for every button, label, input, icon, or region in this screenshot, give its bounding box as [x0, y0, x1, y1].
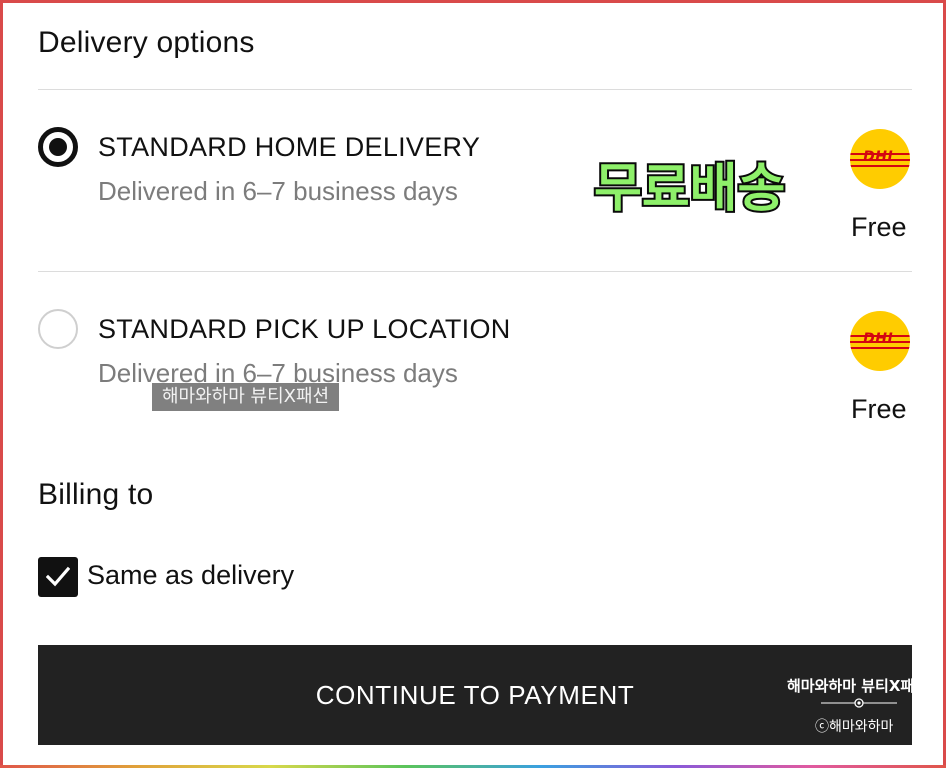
option-price: Free: [851, 212, 907, 242]
option-title: STANDARD HOME DELIVERY: [98, 132, 481, 162]
delivery-options-heading: Delivery options: [38, 26, 255, 59]
watermark-divider-icon: [821, 698, 897, 708]
continue-to-payment-label: CONTINUE TO PAYMENT: [315, 680, 635, 710]
watermark-line2: ⓒ해마와하마: [815, 719, 894, 735]
divider: [38, 271, 912, 272]
delivery-option-home[interactable]: STANDARD HOME DELIVERY Delivered in 6–7 …: [0, 110, 946, 280]
radio-unselected-icon[interactable]: [38, 309, 78, 349]
continue-to-payment-button[interactable]: CONTINUE TO PAYMENT 해마와하마 뷰티X패 ⓒ해마와하마: [38, 645, 912, 745]
dhl-logo-icon: DHL: [850, 311, 910, 371]
dhl-logo-text: DHL: [863, 149, 897, 165]
dhl-logo-icon: DHL: [850, 129, 910, 189]
dhl-logo-text: DHL: [863, 331, 897, 347]
option-title: STANDARD PICK UP LOCATION: [98, 314, 511, 344]
watermark-tag: 해마와하마 뷰티X패션: [152, 383, 340, 411]
billing-heading: Billing to: [38, 478, 154, 511]
option-subtitle: Delivered in 6–7 business days: [98, 176, 458, 206]
divider: [38, 89, 912, 90]
decorative-top-border: [0, 0, 946, 3]
radio-selected-icon[interactable]: [38, 127, 78, 167]
same-as-delivery-checkbox[interactable]: [38, 557, 78, 597]
option-price: Free: [851, 394, 907, 424]
watermark-line1: 해마와하마 뷰티X패: [787, 677, 912, 695]
same-as-delivery-label[interactable]: Same as delivery: [87, 560, 294, 591]
delivery-option-pickup[interactable]: STANDARD PICK UP LOCATION Delivered in 6…: [0, 292, 946, 462]
checkmark-icon: [46, 566, 70, 587]
free-shipping-overlay-text: 무료배송: [592, 157, 787, 221]
